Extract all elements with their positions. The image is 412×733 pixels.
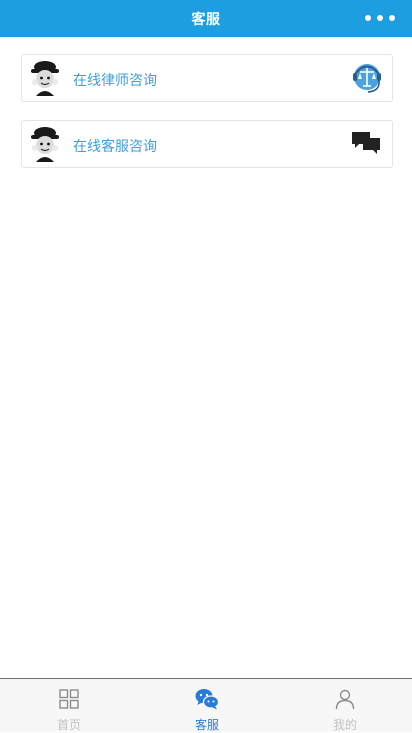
lawyer-consult-card[interactable]: 在线律师咨询 [21,54,393,102]
more-options-button[interactable] [365,13,395,23]
top-bar: 客服 [0,0,412,37]
wechat-icon [195,689,219,710]
user-icon [335,689,355,710]
card-label: 在线律师咨询 [73,73,157,89]
bottom-tab-bar: 首页 客服 我的 [0,678,412,732]
tab-label: 我的 [332,718,357,732]
lawyer-scales-icon [353,64,381,93]
card-label: 在线客服咨询 [73,139,157,155]
tab-home[interactable]: 首页 [19,679,119,733]
service-consult-card[interactable]: 在线客服咨询 [21,120,393,168]
grid-icon [59,689,79,709]
tab-service[interactable]: 客服 [157,679,257,733]
dot-icon [389,15,395,21]
page-title: 客服 [191,12,221,28]
tab-label: 首页 [56,718,81,732]
tab-label: 客服 [194,718,219,732]
avatar [31,61,59,96]
dot-icon [365,15,371,21]
tab-profile[interactable]: 我的 [295,679,395,733]
dot-icon [377,15,383,21]
chat-bubbles-icon [352,132,380,154]
avatar [31,127,59,162]
